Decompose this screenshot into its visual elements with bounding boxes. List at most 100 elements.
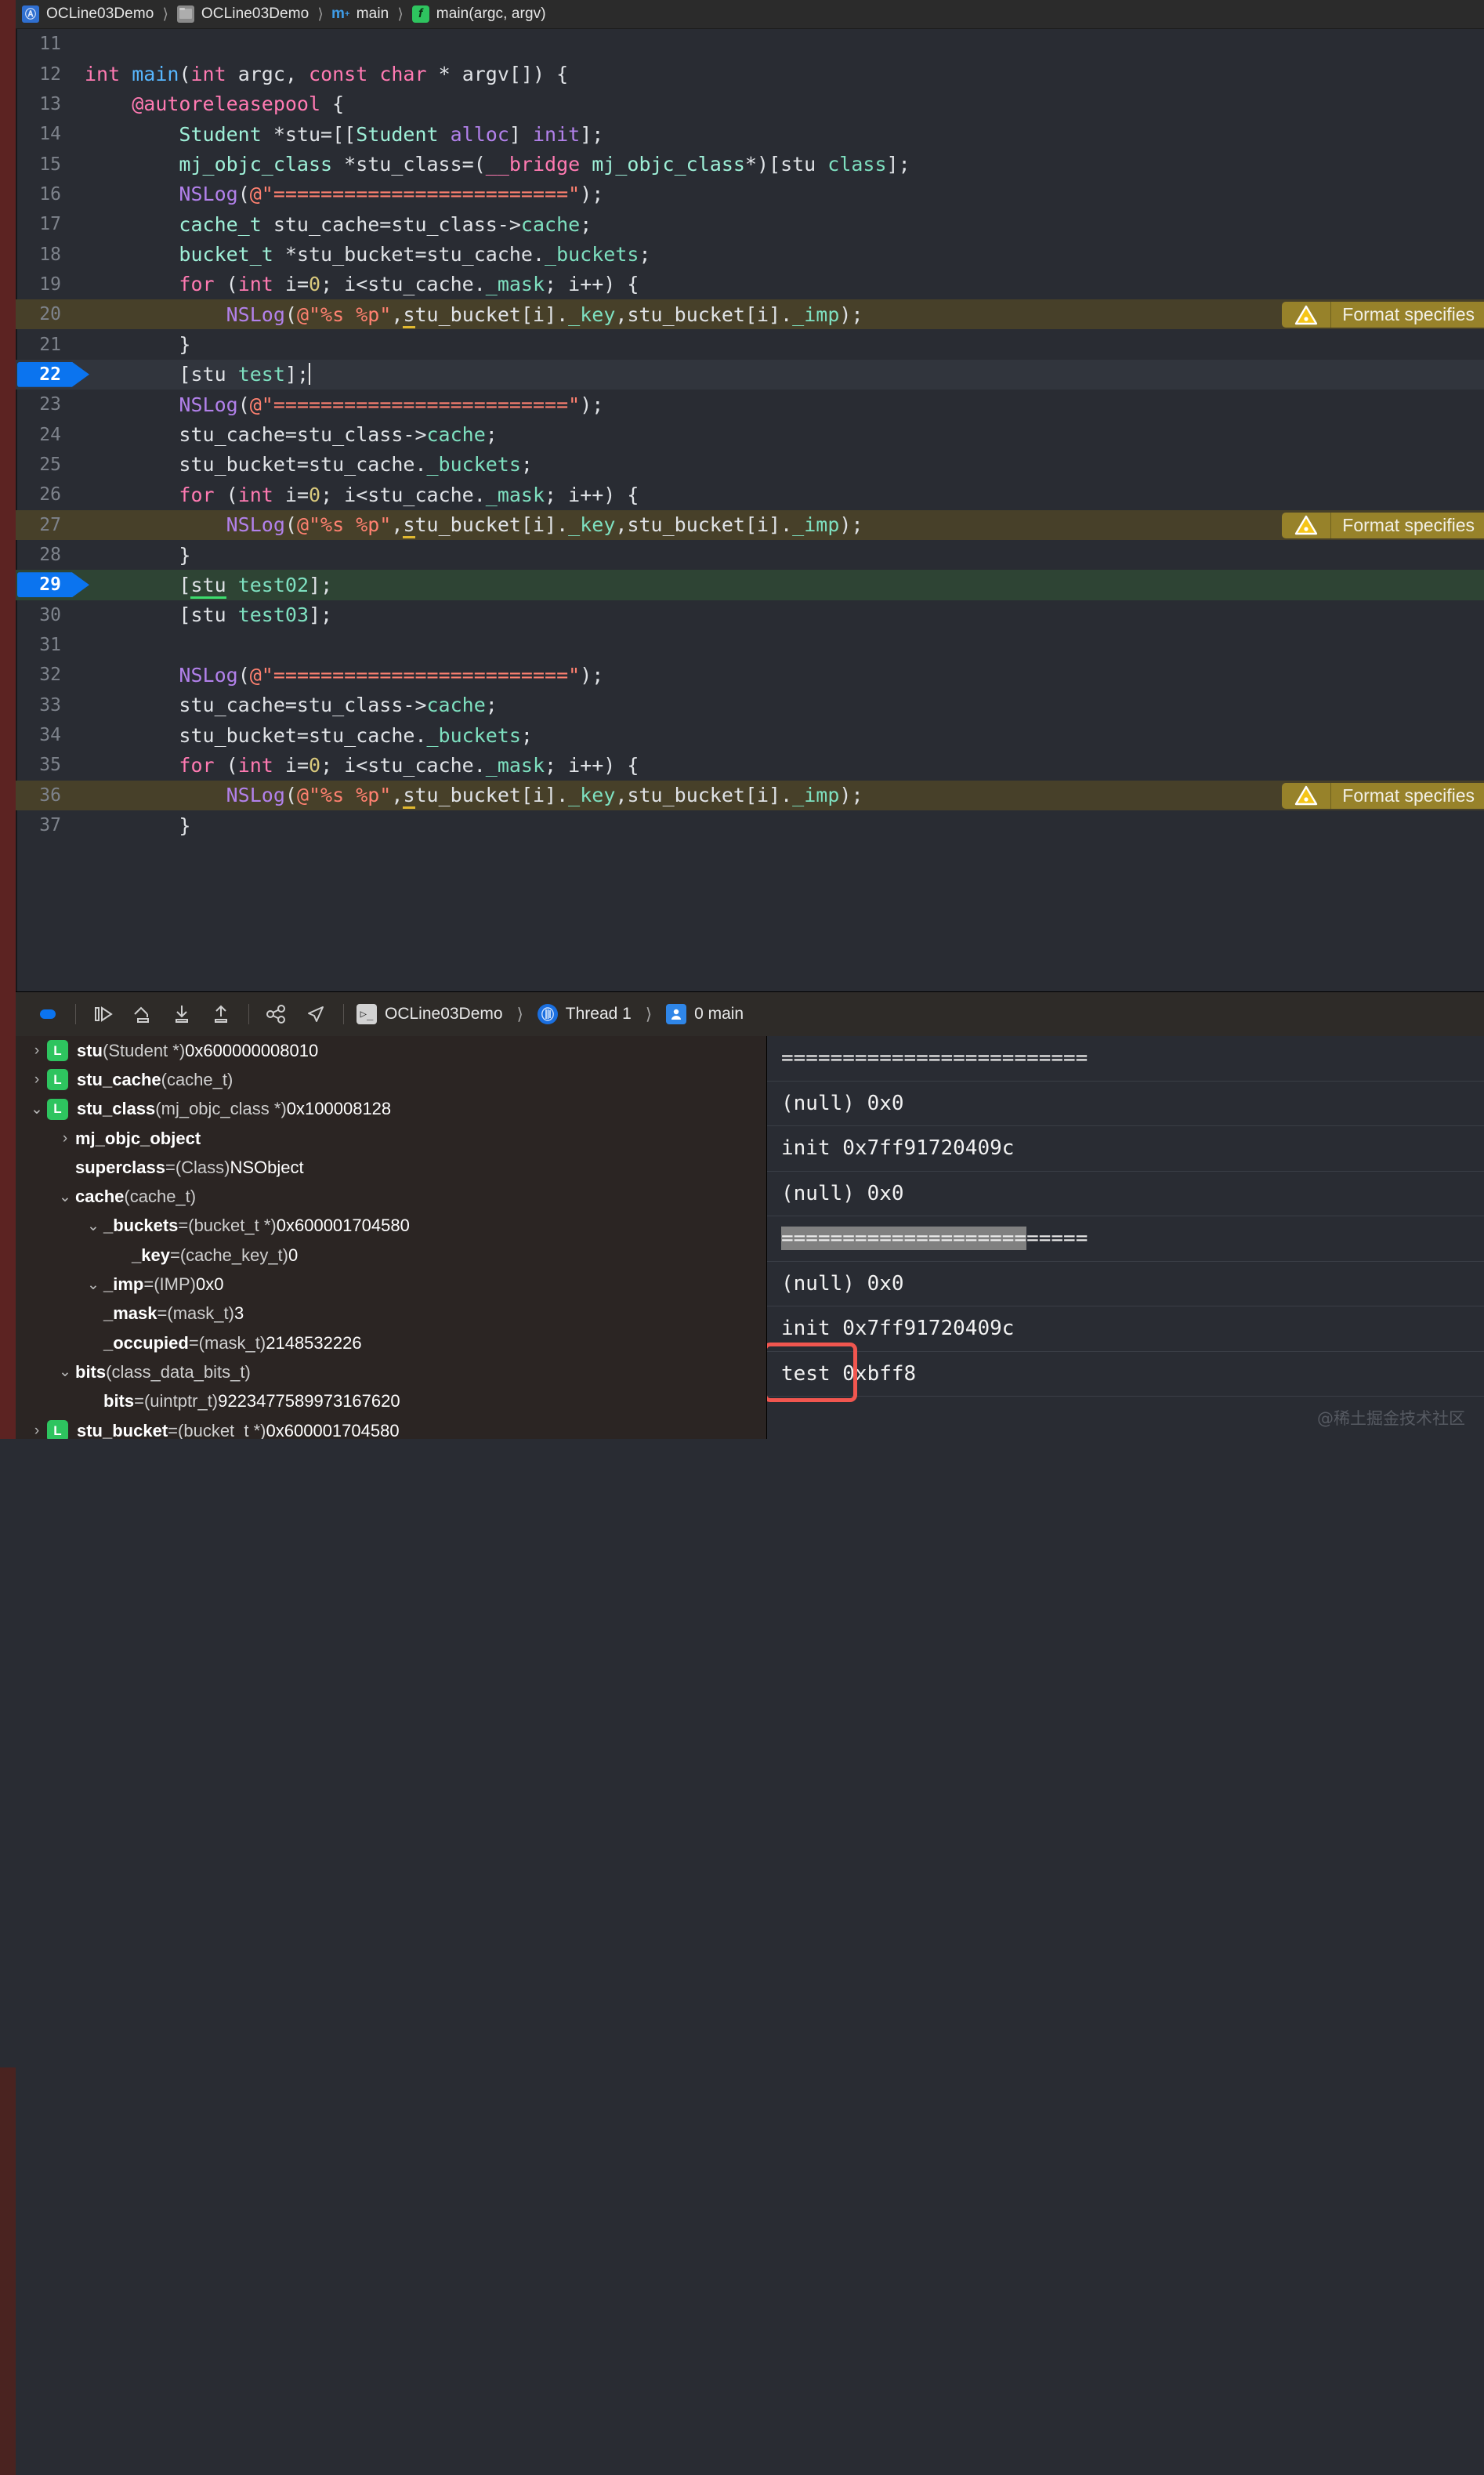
variable-row[interactable]: ⌄ _imp = (IMP) 0x0 [0, 1270, 766, 1299]
stop-button[interactable] [28, 998, 67, 1030]
debug-toolbar[interactable]: ▷_ OCLine03Demo ⟩ Thread 1 ⟩ 0 main [0, 991, 1484, 1036]
code-line[interactable]: 19 for (int i=0; i<stu_cache._mask; i++)… [0, 270, 1484, 299]
variable-name: bits [75, 1361, 107, 1382]
breadcrumb-item-ocline03demo[interactable]: Ⓐ OCLine03Demo [22, 5, 154, 23]
variables-view[interactable]: › Lstu (Student *) 0x600000008010 › Lstu_ca… [0, 1036, 767, 1439]
code-line[interactable]: 16 NSLog(@"========================="); [0, 179, 1484, 209]
code-line[interactable]: 31 [0, 630, 1484, 660]
code-line[interactable]: 36 NSLog(@"%s %p",stu_bucket[i]._key,stu… [0, 780, 1484, 810]
chevron-right-icon[interactable]: › [27, 1422, 47, 1440]
code-line[interactable]: 35 for (int i=0; i<stu_cache._mask; i++)… [0, 750, 1484, 780]
variable-name: stu_class [77, 1099, 156, 1119]
code-line[interactable]: 28 } [0, 540, 1484, 570]
console-line[interactable]: (null) 0x0 [767, 1172, 1484, 1216]
breadcrumb-separator: ⟩ [162, 5, 168, 23]
breadcrumb-label: OCLine03Demo [201, 5, 309, 22]
code-line[interactable]: 13 @autoreleasepool { [0, 89, 1484, 119]
step-over-button[interactable] [123, 998, 162, 1030]
console-line[interactable]: ========================= [767, 1216, 1484, 1262]
chevron-down-icon[interactable]: ⌄ [83, 1276, 103, 1294]
chevron-right-icon[interactable]: › [55, 1130, 75, 1147]
console-text: init 0x7ff91720409c [781, 1317, 1015, 1341]
code-line[interactable]: 34 stu_bucket=stu_cache._buckets; [0, 720, 1484, 750]
code-line[interactable]: 24 stu_cache=stu_class->cache; [0, 419, 1484, 449]
code-line[interactable]: 18 bucket_t *stu_bucket=stu_cache._bucke… [0, 239, 1484, 269]
code-line[interactable]: 32 NSLog(@"========================="); [0, 660, 1484, 690]
warning-triangle-icon [1282, 512, 1332, 538]
console-line[interactable]: ========================= [767, 1036, 1484, 1082]
code-line[interactable]: 15 mj_objc_class *stu_class=(__bridge mj… [0, 149, 1484, 179]
code-text: stu_cache=stu_class->cache; [179, 694, 498, 717]
simulate-location-button[interactable] [296, 998, 335, 1030]
variable-row[interactable]: › mj_objc_object [0, 1124, 766, 1153]
code-line[interactable]: 11 [0, 29, 1484, 59]
breadcrumb-item-main-argc-argv-[interactable]: f main(argc, argv) [411, 5, 546, 23]
variable-type: (uintptr_t) [143, 1391, 219, 1411]
code-line[interactable]: 30 [stu test03]; [0, 600, 1484, 630]
code-line[interactable]: 33 stu_cache=stu_class->cache; [0, 690, 1484, 720]
variable-type: (cache_t) [161, 1069, 233, 1089]
variable-value: 0x100008128 [286, 1099, 392, 1119]
console-line[interactable]: init 0x7ff91720409c [767, 1306, 1484, 1352]
chevron-right-icon[interactable]: › [27, 1071, 47, 1089]
variable-row[interactable]: ⌄ bits (class_data_bits_t) [0, 1357, 766, 1386]
code-line[interactable]: 26 for (int i=0; i<stu_cache._mask; i++)… [0, 480, 1484, 509]
step-into-button[interactable] [162, 998, 201, 1030]
variable-row[interactable]: _key = (cache_key_t) 0 [0, 1241, 766, 1270]
code-line[interactable]: 29 [stu test02]; [0, 570, 1484, 600]
variable-equals: = [134, 1391, 144, 1411]
breadcrumb-label: OCLine03Demo [46, 5, 154, 22]
code-text: @autoreleasepool { [132, 92, 345, 116]
chevron-down-icon[interactable]: ⌄ [27, 1100, 47, 1118]
console-line[interactable]: (null) 0x0 [767, 1082, 1484, 1126]
window-left-edge [0, 0, 16, 1439]
variable-name: _imp [103, 1274, 144, 1295]
warning-badge[interactable]: Format specifies [1282, 782, 1484, 809]
chevron-right-icon[interactable]: › [27, 1042, 47, 1060]
code-line[interactable]: 37 } [0, 810, 1484, 840]
step-out-button[interactable] [201, 998, 241, 1030]
console-line[interactable]: test 0xbff8 [767, 1352, 1484, 1397]
variable-row[interactable]: › Lstu_cache (cache_t) [0, 1065, 766, 1094]
code-line[interactable]: 27 NSLog(@"%s %p",stu_bucket[i]._key,stu… [0, 509, 1484, 540]
debug-breadcrumb[interactable]: ▷_ OCLine03Demo ⟩ Thread 1 ⟩ 0 main [357, 1004, 744, 1024]
breadcrumb-label: main [356, 5, 389, 22]
process-icon: ▷_ [357, 1004, 377, 1024]
console-line[interactable]: (null) 0x0 [767, 1262, 1484, 1306]
variable-row[interactable]: › Lstu_bucket = (bucket_t *) 0x6000017045… [0, 1416, 766, 1439]
variable-row[interactable]: bits = (uintptr_t) 9223477589973167620 [0, 1387, 766, 1416]
variable-row[interactable]: ⌄ cache (cache_t) [0, 1182, 766, 1211]
source-editor[interactable]: 11 12 int main(int argc, const char * argv… [0, 29, 1484, 991]
code-line[interactable]: 22 [stu test]; [0, 359, 1484, 390]
warning-badge[interactable]: Format specifies [1282, 302, 1484, 328]
variable-row[interactable]: ⌄ Lstu_class (mj_objc_class *) 0x10000812… [0, 1095, 766, 1124]
warning-badge[interactable]: Format specifies [1282, 512, 1484, 538]
chevron-down-icon[interactable]: ⌄ [83, 1217, 103, 1235]
code-line[interactable]: 23 NSLog(@"========================="); [0, 390, 1484, 419]
variable-row[interactable]: ⌄ _buckets = (bucket_t *) 0x600001704580 [0, 1212, 766, 1241]
breadcrumb-item-main[interactable]: m + main [331, 5, 389, 23]
variable-row[interactable]: _occupied = (mask_t) 2148532226 [0, 1328, 766, 1357]
code-line[interactable]: 12 int main(int argc, const char * argv[]… [0, 59, 1484, 89]
variable-row[interactable]: › Lstu (Student *) 0x600000008010 [0, 1036, 766, 1065]
breadcrumb[interactable]: Ⓐ OCLine03Demo ⟩ OCLine03Demo ⟩ m + main ⟩ f main(… [0, 0, 1484, 29]
code-line[interactable]: 25 stu_bucket=stu_cache._buckets; [0, 450, 1484, 480]
variable-equals: = [168, 1420, 179, 1440]
chevron-down-icon[interactable]: ⌄ [55, 1363, 75, 1381]
code-line[interactable]: 21 } [0, 329, 1484, 359]
continue-program-button[interactable] [84, 998, 123, 1030]
code-line[interactable]: 14 Student *stu=[[Student alloc] init]; [0, 119, 1484, 149]
breadcrumb-item-ocline03demo[interactable]: OCLine03Demo [176, 5, 309, 23]
toolbar-divider [75, 1004, 76, 1024]
variable-type: (mj_objc_class *) [155, 1099, 287, 1119]
code-line[interactable]: 20 NSLog(@"%s %p",stu_bucket[i]._key,stu… [0, 299, 1484, 330]
console-output[interactable]: ========================= (null) 0x0 init … [767, 1036, 1484, 1439]
variable-row[interactable]: superclass = (Class) NSObject [0, 1153, 766, 1182]
code-line[interactable]: 17 cache_t stu_cache=stu_class->cache; [0, 209, 1484, 239]
variable-row[interactable]: _mask = (mask_t) 3 [0, 1299, 766, 1328]
debug-view-hierarchy-button[interactable] [257, 998, 296, 1030]
variable-equals: = [143, 1274, 154, 1295]
debug-sep-1: ⟩ [516, 1005, 523, 1024]
console-line[interactable]: init 0x7ff91720409c [767, 1126, 1484, 1172]
chevron-down-icon[interactable]: ⌄ [55, 1188, 75, 1206]
